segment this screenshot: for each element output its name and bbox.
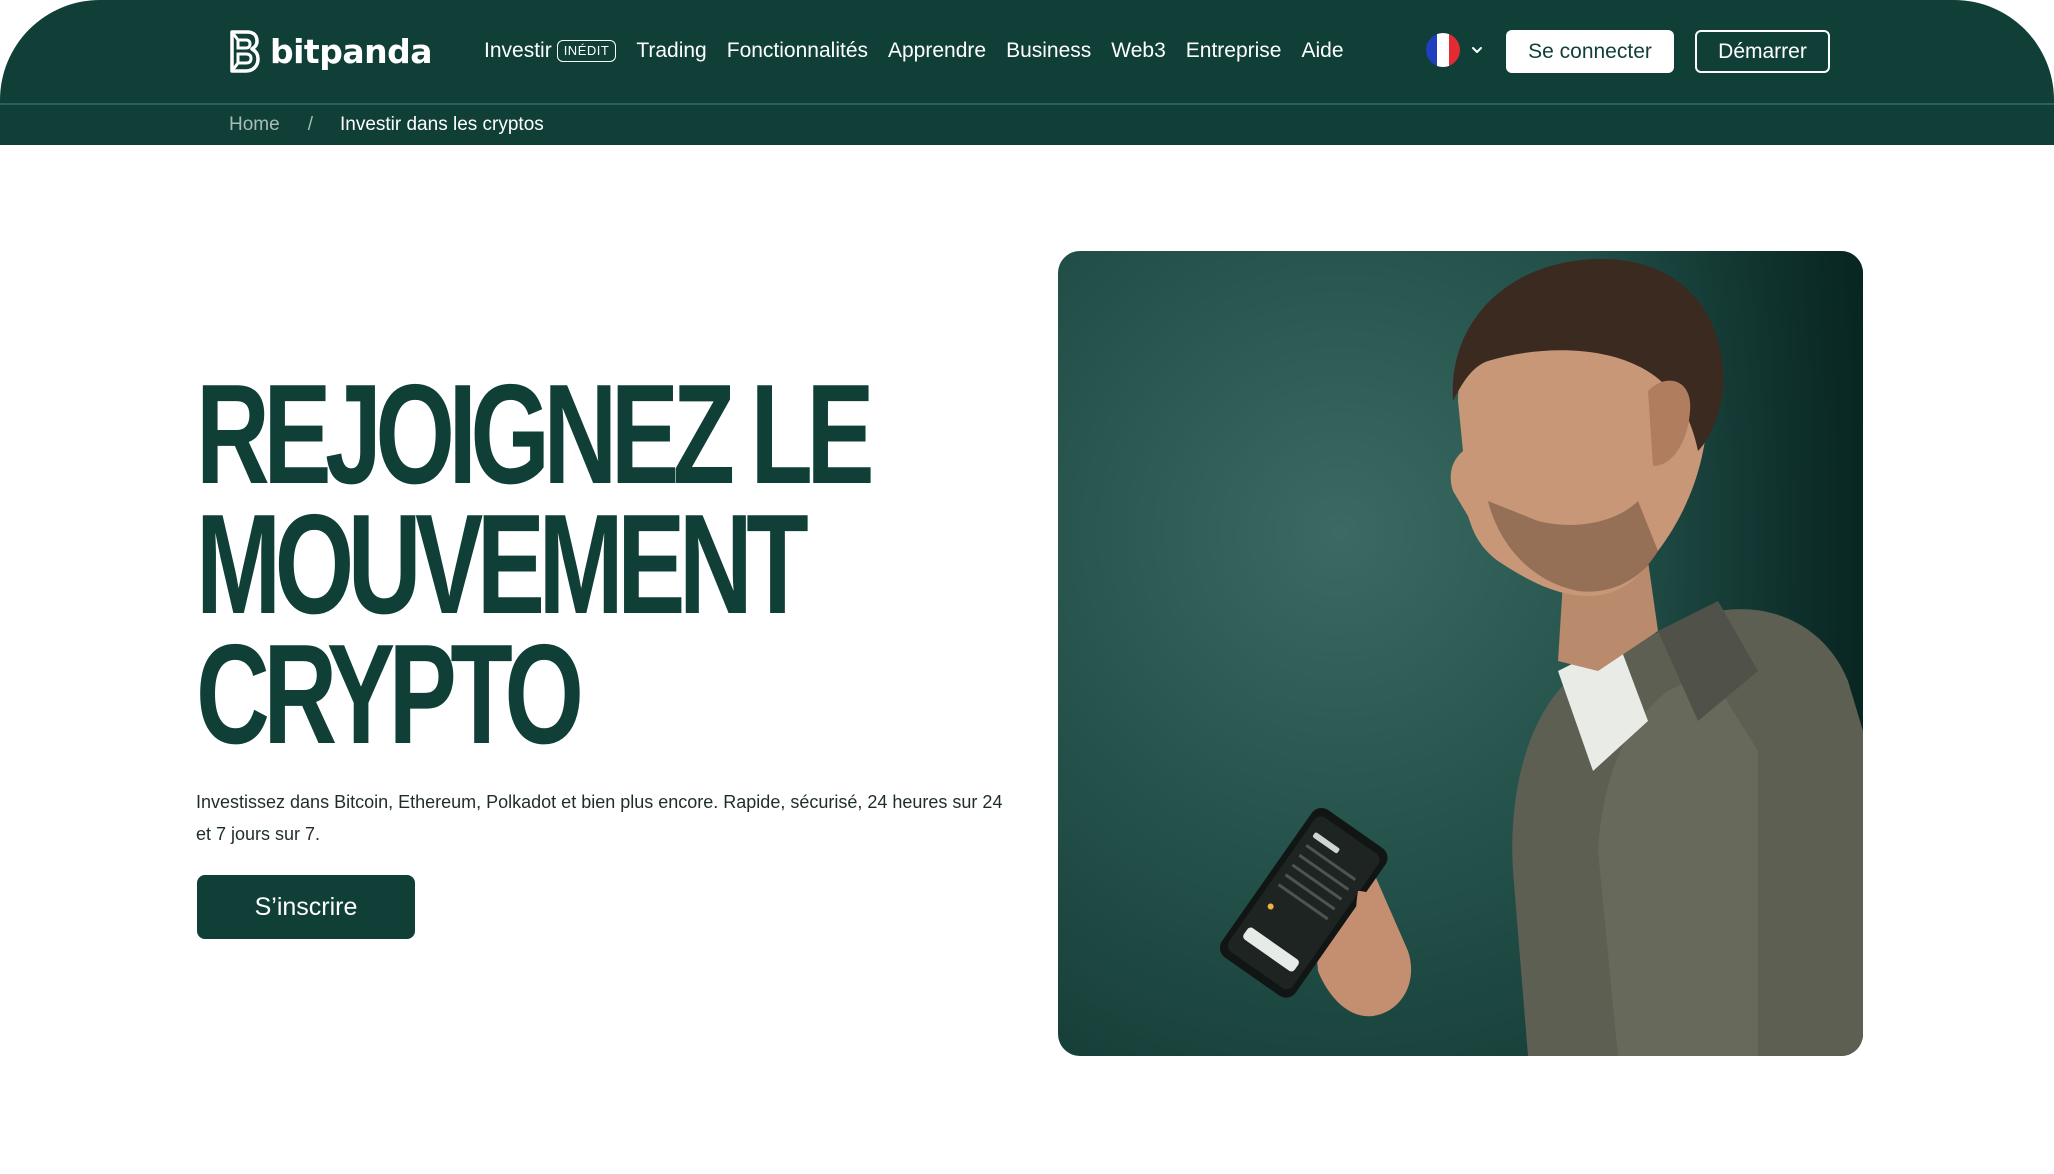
new-badge: INÉDIT	[556, 40, 617, 62]
hero-description: Investissez dans Bitcoin, Ethereum, Polk…	[196, 792, 1003, 844]
breadcrumb-current: Investir dans les cryptos	[339, 114, 544, 135]
bitpanda-logo[interactable]: bitpanda	[229, 27, 432, 75]
fr-flag-icon	[1426, 33, 1460, 67]
hero-title-line: MOUVEMENT	[196, 485, 809, 644]
nav-item-aide[interactable]: Aide	[1302, 39, 1344, 63]
nav-item-fonctionnalites[interactable]: Fonctionnalités	[727, 39, 868, 63]
main-nav: Investir INÉDIT Trading Fonctionnalités …	[484, 36, 1364, 66]
hero-title-line: CRYPTO	[196, 615, 584, 774]
breadcrumb-home-link[interactable]: Home	[229, 114, 280, 136]
nav-item-trading[interactable]: Trading	[636, 39, 706, 63]
login-button[interactable]: Se connecter	[1506, 30, 1674, 73]
breadcrumb: Home / Investir dans les cryptos	[229, 114, 544, 136]
nav-item-web3[interactable]: Web3	[1111, 39, 1165, 63]
chevron-down-icon	[1472, 47, 1482, 53]
logo-text: bitpanda	[270, 31, 432, 71]
bitpanda-logo-icon	[230, 29, 260, 73]
start-button[interactable]: Démarrer	[1695, 30, 1830, 73]
hero-title-line: REJOIGNEZ LE	[196, 355, 875, 514]
hero-title: REJOIGNEZ LE MOUVEMENT CRYPTO	[196, 355, 875, 774]
nav-item-business[interactable]: Business	[1006, 39, 1091, 63]
nav-item-investir[interactable]: Investir INÉDIT	[484, 39, 617, 63]
nav-item-apprendre[interactable]: Apprendre	[888, 39, 986, 63]
language-selector[interactable]	[1426, 33, 1484, 67]
man-holding-phone-illustration	[1219, 251, 1863, 1056]
signup-button[interactable]: S’inscrire	[197, 875, 415, 939]
nav-item-label: Investir	[484, 39, 552, 62]
nav-item-entreprise[interactable]: Entreprise	[1186, 39, 1282, 63]
hero-photo	[1058, 251, 1863, 1056]
breadcrumb-separator: /	[307, 114, 313, 135]
